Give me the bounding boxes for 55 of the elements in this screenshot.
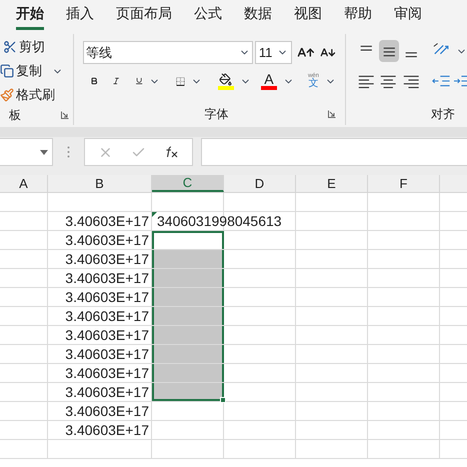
painter-button[interactable]: 格式刷 [0, 84, 73, 106]
group-label: 板 [9, 107, 21, 124]
ribbon-tab[interactable]: 公式 [194, 3, 222, 30]
table-cell-text: 3.40603E+17 [65, 250, 149, 268]
function-icon[interactable] [164, 146, 179, 158]
column-header[interactable]: F [368, 175, 440, 192]
selected-cell[interactable] [152, 345, 224, 363]
selected-cell[interactable] [152, 269, 224, 287]
column-header[interactable]: A [0, 175, 48, 192]
table-cell-text: 3.40603E+17 [65, 382, 149, 402]
selected-cell[interactable] [152, 288, 224, 306]
table-cell-text: 3.40603E+17 [65, 344, 149, 364]
table-cell-text: 3.40603E+17 [65, 364, 149, 382]
cut-button[interactable]: 剪切 [0, 36, 73, 58]
middle-align-icon[interactable] [378, 40, 400, 62]
ribbon-tab[interactable]: 页面布局 [116, 3, 172, 30]
column-header[interactable]: C [152, 175, 224, 192]
group-label: 字体 [204, 106, 228, 123]
dialog-launcher-icon[interactable] [61, 111, 69, 119]
dialog-launcher-icon[interactable] [328, 110, 336, 118]
dropdown-icon [40, 150, 48, 154]
ribbon-tab[interactable]: 视图 [294, 3, 322, 30]
formula-field[interactable] [201, 138, 467, 166]
selected-cell[interactable] [152, 364, 224, 382]
selected-cell[interactable] [152, 307, 224, 325]
font-color-button[interactable]: A [260, 72, 277, 90]
table-cell-text: 3.40603E+17 [65, 268, 149, 288]
column-header[interactable]: D [224, 175, 296, 192]
selected-cell[interactable] [152, 250, 224, 268]
ribbon-tab[interactable]: 审阅 [394, 3, 422, 30]
selected-cell[interactable] [152, 383, 224, 401]
table-cell-text: 3.40603E+17 [65, 306, 149, 326]
fill-color-button[interactable] [218, 72, 234, 90]
table-cell-text: 3.40603E+17 [65, 212, 149, 230]
table-cell-text: 3.40603E+17 [65, 420, 149, 440]
fill-handle[interactable] [220, 397, 226, 403]
ribbon-tab[interactable]: 插入 [66, 3, 94, 30]
font-size-field[interactable]: 11 [254, 41, 292, 64]
ribbon-tab[interactable]: 数据 [244, 3, 272, 30]
table-cell-text: 3.40603E+17 [65, 326, 149, 344]
brush-icon [0, 88, 14, 102]
group-label: 对齐 [431, 106, 455, 123]
drag-handle-icon[interactable] [67, 146, 70, 158]
column-header[interactable]: E [296, 175, 368, 192]
copy-button[interactable]: 复制 [0, 60, 73, 82]
ribbon-tab[interactable]: 帮助 [344, 3, 372, 30]
error-indicator-icon[interactable] [152, 212, 157, 217]
copy-icon [0, 64, 14, 78]
table-cell-text: 3.40603E+17 [65, 230, 149, 250]
table-cell-text: 3.40603E+17 [65, 402, 149, 420]
font-name-field[interactable]: 等线 [83, 41, 253, 64]
scissors-icon [3, 40, 17, 54]
table-cell-text: 3406031998045613 [157, 212, 282, 230]
table-cell-text: 3.40603E+17 [65, 288, 149, 306]
selected-cell[interactable] [152, 326, 224, 344]
